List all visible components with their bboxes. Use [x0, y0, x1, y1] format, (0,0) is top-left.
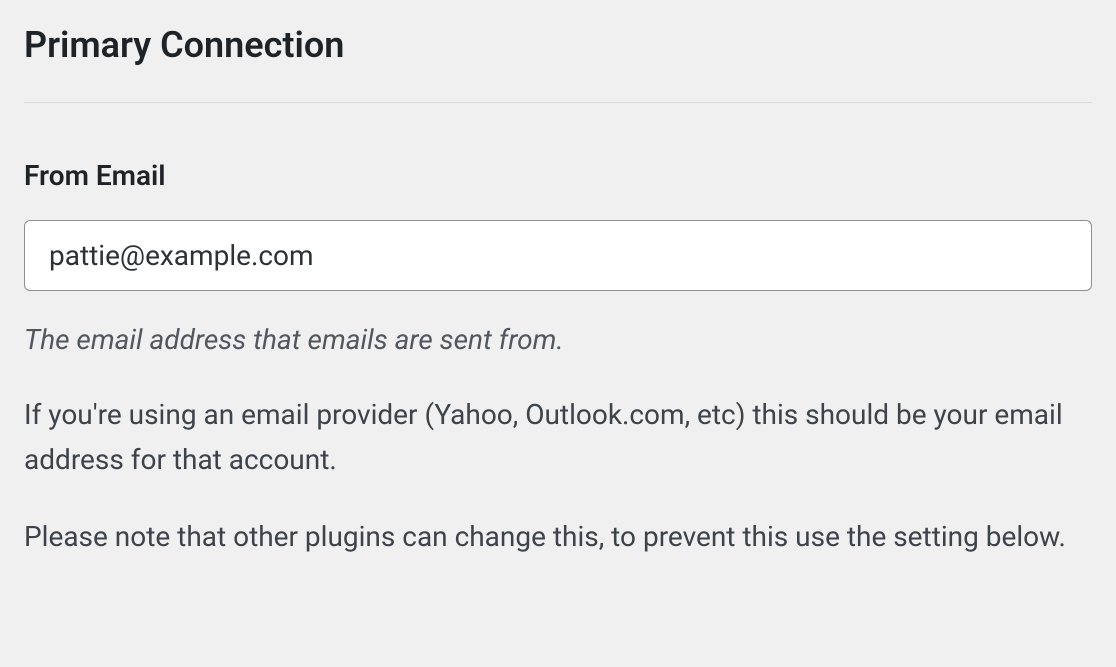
- from-email-description: The email address that emails are sent f…: [24, 319, 1092, 361]
- section-divider: [24, 102, 1092, 103]
- from-email-help-provider: If you're using an email provider (Yahoo…: [24, 393, 1092, 483]
- from-email-help-plugins: Please note that other plugins can chang…: [24, 515, 1092, 560]
- from-email-input[interactable]: [24, 220, 1092, 291]
- section-title: Primary Connection: [24, 24, 1092, 66]
- from-email-label: From Email: [24, 159, 1092, 192]
